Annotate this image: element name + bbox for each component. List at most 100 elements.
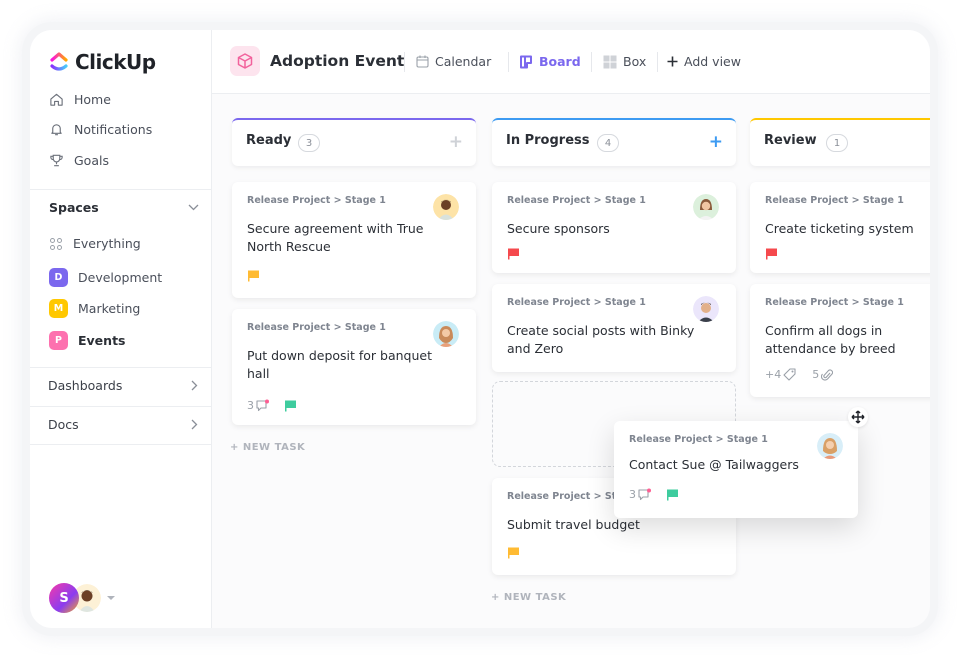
- paperclip-icon[interactable]: [821, 368, 834, 381]
- project-icon: [230, 46, 260, 76]
- task-meta: 3: [247, 399, 297, 412]
- column-title: In Progress: [506, 133, 590, 148]
- dashboards-label: Dashboards: [48, 378, 123, 393]
- space-marketing[interactable]: M Marketing: [49, 299, 140, 318]
- task-breadcrumb: Release Project > Stage 1: [629, 434, 768, 445]
- sidebar-item-dashboards[interactable]: Dashboards: [48, 378, 198, 393]
- task-card[interactable]: Release Project > Stage 1 Secure agreeme…: [232, 182, 476, 298]
- user-avatar: S: [49, 583, 79, 613]
- space-label: Marketing: [78, 301, 141, 316]
- divider: [30, 367, 211, 368]
- everything-icon: [50, 237, 62, 250]
- tag-count: +4: [765, 368, 782, 381]
- divider: [508, 52, 509, 72]
- clickup-logo-icon: [50, 52, 68, 71]
- divider: [30, 189, 211, 190]
- box-view-icon: [603, 55, 617, 68]
- new-task-button[interactable]: + NEW TASK: [491, 592, 566, 603]
- spaces-label: Spaces: [49, 200, 99, 215]
- column-title: Ready: [246, 133, 292, 148]
- task-breadcrumb: Release Project > Stage 1: [765, 297, 904, 308]
- caret-down-icon: [107, 596, 115, 600]
- spaces-header[interactable]: Spaces: [49, 200, 199, 215]
- divider: [657, 52, 658, 72]
- space-development[interactable]: D Development: [49, 268, 162, 287]
- column-header: Review 1: [750, 118, 930, 166]
- assignee-avatar[interactable]: [693, 194, 719, 220]
- bell-icon: [51, 124, 62, 136]
- tab-box[interactable]: Box: [603, 54, 646, 69]
- sidebar-item-label: Notifications: [74, 122, 153, 137]
- add-task-icon[interactable]: +: [709, 132, 723, 152]
- sidebar-item-label: Everything: [73, 236, 141, 251]
- chevron-down-icon[interactable]: [188, 204, 199, 211]
- space-badge: M: [49, 299, 68, 318]
- task-meta: 3: [629, 488, 679, 501]
- tag-icon[interactable]: [783, 368, 796, 381]
- move-cursor-icon[interactable]: [848, 407, 868, 427]
- column-review: Review 1: [750, 118, 930, 166]
- column-header: In Progress 4 +: [492, 118, 736, 166]
- task-title: Create ticketing system: [765, 221, 914, 236]
- column-title: Review: [764, 133, 817, 148]
- user-menu[interactable]: S: [49, 583, 115, 613]
- task-count-badge: 1: [826, 134, 848, 152]
- tab-label: Add view: [684, 54, 741, 69]
- plus-icon: [667, 56, 678, 67]
- board-icon: [520, 55, 532, 68]
- sidebar-item-label: Home: [74, 92, 111, 107]
- task-count-badge: 3: [298, 134, 320, 152]
- sidebar-item-home[interactable]: Home: [49, 92, 111, 107]
- chevron-right-icon: [191, 419, 198, 430]
- task-title: Contact Sue @ Tailwaggers: [629, 457, 799, 472]
- tab-board[interactable]: Board: [519, 54, 581, 69]
- app-name: ClickUp: [75, 50, 156, 74]
- space-events[interactable]: P Events: [49, 331, 125, 350]
- sidebar-item-everything[interactable]: Everything: [49, 236, 141, 251]
- task-card[interactable]: Release Project > Stage 1 Create ticketi…: [750, 182, 930, 273]
- priority-flag-icon[interactable]: [666, 489, 679, 501]
- add-task-icon[interactable]: +: [449, 132, 463, 152]
- task-card[interactable]: Release Project > Stage 1 Create social …: [492, 284, 736, 372]
- assignee-avatar[interactable]: [433, 321, 459, 347]
- sidebar-item-docs[interactable]: Docs: [48, 417, 198, 432]
- clickup-logo[interactable]: ClickUp: [49, 50, 156, 74]
- sidebar-item-notifications[interactable]: Notifications: [49, 122, 152, 137]
- task-count-badge: 4: [597, 134, 619, 152]
- task-title: Confirm all dogs in attendance by breed: [765, 323, 896, 356]
- new-task-button[interactable]: + NEW TASK: [230, 442, 305, 453]
- sidebar: ClickUp Home Notifications Goals Spaces …: [30, 30, 212, 628]
- comment-count: 3: [247, 399, 254, 412]
- task-card[interactable]: Release Project > Stage 1 Secure sponsor…: [492, 182, 736, 273]
- priority-flag-icon[interactable]: [507, 547, 520, 559]
- divider: [404, 52, 405, 72]
- sidebar-item-label: Goals: [74, 153, 109, 168]
- page-title: Adoption Event: [270, 52, 405, 70]
- app-window: ClickUp Home Notifications Goals Spaces …: [30, 30, 930, 628]
- priority-flag-icon[interactable]: [765, 248, 778, 260]
- space-badge: P: [49, 331, 68, 350]
- space-label: Events: [78, 333, 126, 348]
- attachment-count: 5: [812, 368, 820, 381]
- tab-calendar[interactable]: Calendar: [416, 54, 491, 69]
- task-card[interactable]: Release Project > Stage 1 Confirm all do…: [750, 284, 930, 397]
- priority-flag-icon[interactable]: [247, 270, 260, 282]
- column-ready: Ready 3 +: [232, 118, 476, 166]
- assignee-avatar[interactable]: [433, 194, 459, 220]
- docs-label: Docs: [48, 417, 79, 432]
- assignee-avatar[interactable]: [693, 296, 719, 322]
- task-breadcrumb: Release Project > Stage 1: [247, 195, 386, 206]
- space-badge: D: [49, 268, 68, 287]
- comment-count: 3: [629, 488, 636, 501]
- assignee-avatar[interactable]: [817, 433, 843, 459]
- task-breadcrumb: Release Project > Stage 1: [765, 195, 904, 206]
- add-view-button[interactable]: Add view: [667, 54, 741, 69]
- task-card[interactable]: Release Project > Stage 1 Put down depos…: [232, 309, 476, 425]
- sidebar-item-goals[interactable]: Goals: [49, 153, 109, 168]
- priority-flag-icon[interactable]: [284, 400, 297, 412]
- comment-icon[interactable]: [256, 399, 270, 412]
- task-title: Put down deposit for banquet hall: [247, 348, 433, 381]
- comment-icon[interactable]: [638, 488, 652, 501]
- priority-flag-icon[interactable]: [507, 248, 520, 260]
- dragging-task-card[interactable]: Release Project > Stage 1 Contact Sue @ …: [614, 421, 858, 518]
